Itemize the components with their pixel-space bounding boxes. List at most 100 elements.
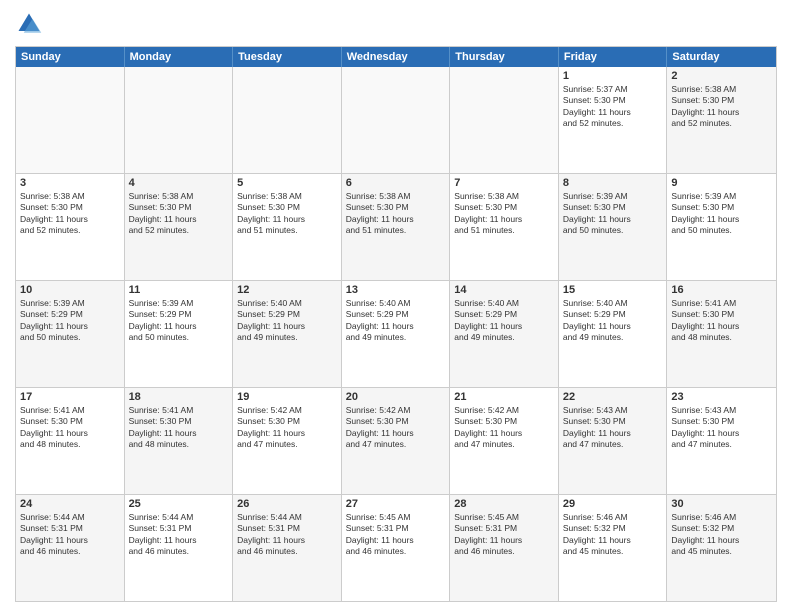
day-number: 21 [454, 391, 554, 403]
weekday-header: Friday [559, 47, 668, 67]
day-info: Sunrise: 5:42 AM Sunset: 5:30 PM Dayligh… [454, 405, 554, 451]
calendar-cell: 17 Sunrise: 5:41 AM Sunset: 5:30 PM Dayli… [16, 388, 125, 494]
day-number: 11 [129, 284, 229, 296]
calendar-row: 17 Sunrise: 5:41 AM Sunset: 5:30 PM Dayli… [16, 387, 776, 494]
calendar-cell: 10Sunrise: 5:39 AM Sunset: 5:29 PM Dayli… [16, 281, 125, 387]
day-info: Sunrise: 5:43 AM Sunset: 5:30 PM Dayligh… [563, 405, 663, 451]
day-info: Sunrise: 5:44 AM Sunset: 5:31 PM Dayligh… [237, 512, 337, 558]
day-number: 9 [671, 177, 772, 189]
weekday-header: Tuesday [233, 47, 342, 67]
weekday-header: Thursday [450, 47, 559, 67]
calendar-row: 1 Sunrise: 5:37 AM Sunset: 5:30 PM Daylig… [16, 67, 776, 173]
calendar-cell: 3Sunrise: 5:38 AM Sunset: 5:30 PM Daylig… [16, 174, 125, 280]
day-info: Sunrise: 5:38 AM Sunset: 5:30 PM Dayligh… [129, 191, 229, 237]
day-number: 29 [563, 498, 663, 510]
day-info: Sunrise: 5:38 AM Sunset: 5:30 PM Dayligh… [671, 84, 772, 130]
day-number: 8 [563, 177, 663, 189]
header [15, 10, 777, 38]
weekday-header: Saturday [667, 47, 776, 67]
day-number: 25 [129, 498, 229, 510]
day-info: Sunrise: 5:37 AM Sunset: 5:30 PM Dayligh… [563, 84, 663, 130]
calendar-cell: 14 Sunrise: 5:40 AM Sunset: 5:29 PM Dayli… [450, 281, 559, 387]
day-info: Sunrise: 5:40 AM Sunset: 5:29 PM Dayligh… [346, 298, 446, 344]
calendar-cell: 1 Sunrise: 5:37 AM Sunset: 5:30 PM Daylig… [559, 67, 668, 173]
logo-icon [15, 10, 43, 38]
day-info: Sunrise: 5:42 AM Sunset: 5:30 PM Dayligh… [237, 405, 337, 451]
calendar-cell [125, 67, 234, 173]
day-info: Sunrise: 5:40 AM Sunset: 5:29 PM Dayligh… [563, 298, 663, 344]
day-number: 26 [237, 498, 337, 510]
calendar-cell: 4 Sunrise: 5:38 AM Sunset: 5:30 PM Daylig… [125, 174, 234, 280]
calendar-cell: 26 Sunrise: 5:44 AM Sunset: 5:31 PM Dayli… [233, 495, 342, 601]
day-number: 14 [454, 284, 554, 296]
day-number: 3 [20, 177, 120, 189]
day-number: 5 [237, 177, 337, 189]
calendar-cell: 15 Sunrise: 5:40 AM Sunset: 5:29 PM Dayli… [559, 281, 668, 387]
day-info: Sunrise: 5:39 AM Sunset: 5:30 PM Dayligh… [671, 191, 772, 237]
calendar-cell: 12Sunrise: 5:40 AM Sunset: 5:29 PM Dayli… [233, 281, 342, 387]
calendar-row: 3 Sunrise: 5:38 AM Sunset: 5:30 PM Daylig… [16, 173, 776, 280]
day-info: Sunrise: 5:39 AM Sunset: 5:30 PM Dayligh… [563, 191, 663, 237]
calendar-cell [450, 67, 559, 173]
calendar-cell: 5 Sunrise: 5:38 AM Sunset: 5:30 PM Daylig… [233, 174, 342, 280]
calendar-cell: 2Sunrise: 5:38 AM Sunset: 5:30 PM Daylig… [667, 67, 776, 173]
day-info: Sunrise: 5:46 AM Sunset: 5:32 PM Dayligh… [563, 512, 663, 558]
day-info: Sunrise: 5:45 AM Sunset: 5:31 PM Dayligh… [346, 512, 446, 558]
calendar-cell: 29 Sunrise: 5:46 AM Sunset: 5:32 PM Dayli… [559, 495, 668, 601]
calendar-cell: 20 Sunrise: 5:42 AM Sunset: 5:30 PM Dayli… [342, 388, 451, 494]
day-number: 24 [20, 498, 120, 510]
day-number: 15 [563, 284, 663, 296]
day-number: 1 [563, 70, 663, 82]
calendar-body: 1 Sunrise: 5:37 AM Sunset: 5:30 PM Daylig… [16, 67, 776, 601]
calendar-cell: 19 Sunrise: 5:42 AM Sunset: 5:30 PM Dayli… [233, 388, 342, 494]
calendar-cell: 7 Sunrise: 5:38 AM Sunset: 5:30 PM Daylig… [450, 174, 559, 280]
calendar-row: 10Sunrise: 5:39 AM Sunset: 5:29 PM Dayli… [16, 280, 776, 387]
calendar-cell: 23 Sunrise: 5:43 AM Sunset: 5:30 PM Dayli… [667, 388, 776, 494]
calendar-cell: 18 Sunrise: 5:41 AM Sunset: 5:30 PM Dayli… [125, 388, 234, 494]
weekday-header: Wednesday [342, 47, 451, 67]
day-info: Sunrise: 5:41 AM Sunset: 5:30 PM Dayligh… [671, 298, 772, 344]
day-info: Sunrise: 5:44 AM Sunset: 5:31 PM Dayligh… [20, 512, 120, 558]
day-number: 18 [129, 391, 229, 403]
day-number: 20 [346, 391, 446, 403]
day-info: Sunrise: 5:41 AM Sunset: 5:30 PM Dayligh… [129, 405, 229, 451]
calendar-cell: 9 Sunrise: 5:39 AM Sunset: 5:30 PM Daylig… [667, 174, 776, 280]
day-info: Sunrise: 5:38 AM Sunset: 5:30 PM Dayligh… [237, 191, 337, 237]
day-number: 27 [346, 498, 446, 510]
day-info: Sunrise: 5:44 AM Sunset: 5:31 PM Dayligh… [129, 512, 229, 558]
calendar-cell: 13Sunrise: 5:40 AM Sunset: 5:29 PM Dayli… [342, 281, 451, 387]
logo [15, 10, 47, 38]
calendar-cell [342, 67, 451, 173]
day-number: 30 [671, 498, 772, 510]
day-number: 22 [563, 391, 663, 403]
calendar-cell: 28Sunrise: 5:45 AM Sunset: 5:31 PM Dayli… [450, 495, 559, 601]
day-number: 7 [454, 177, 554, 189]
calendar-cell [233, 67, 342, 173]
day-info: Sunrise: 5:40 AM Sunset: 5:29 PM Dayligh… [454, 298, 554, 344]
day-number: 16 [671, 284, 772, 296]
day-number: 23 [671, 391, 772, 403]
day-number: 19 [237, 391, 337, 403]
calendar: SundayMondayTuesdayWednesdayThursdayFrid… [15, 46, 777, 602]
calendar-cell: 21 Sunrise: 5:42 AM Sunset: 5:30 PM Dayli… [450, 388, 559, 494]
calendar-cell: 16 Sunrise: 5:41 AM Sunset: 5:30 PM Dayli… [667, 281, 776, 387]
day-info: Sunrise: 5:41 AM Sunset: 5:30 PM Dayligh… [20, 405, 120, 451]
day-number: 6 [346, 177, 446, 189]
calendar-cell: 24 Sunrise: 5:44 AM Sunset: 5:31 PM Dayli… [16, 495, 125, 601]
day-number: 12 [237, 284, 337, 296]
calendar-row: 24 Sunrise: 5:44 AM Sunset: 5:31 PM Dayli… [16, 494, 776, 601]
day-info: Sunrise: 5:39 AM Sunset: 5:29 PM Dayligh… [20, 298, 120, 344]
weekday-header: Monday [125, 47, 234, 67]
day-info: Sunrise: 5:46 AM Sunset: 5:32 PM Dayligh… [671, 512, 772, 558]
calendar-cell: 6Sunrise: 5:38 AM Sunset: 5:30 PM Daylig… [342, 174, 451, 280]
day-info: Sunrise: 5:38 AM Sunset: 5:30 PM Dayligh… [454, 191, 554, 237]
day-number: 4 [129, 177, 229, 189]
day-info: Sunrise: 5:43 AM Sunset: 5:30 PM Dayligh… [671, 405, 772, 451]
day-info: Sunrise: 5:39 AM Sunset: 5:29 PM Dayligh… [129, 298, 229, 344]
day-number: 17 [20, 391, 120, 403]
calendar-header: SundayMondayTuesdayWednesdayThursdayFrid… [16, 47, 776, 67]
page: SundayMondayTuesdayWednesdayThursdayFrid… [0, 0, 792, 612]
day-info: Sunrise: 5:42 AM Sunset: 5:30 PM Dayligh… [346, 405, 446, 451]
calendar-cell: 25 Sunrise: 5:44 AM Sunset: 5:31 PM Dayli… [125, 495, 234, 601]
calendar-cell: 30 Sunrise: 5:46 AM Sunset: 5:32 PM Dayli… [667, 495, 776, 601]
